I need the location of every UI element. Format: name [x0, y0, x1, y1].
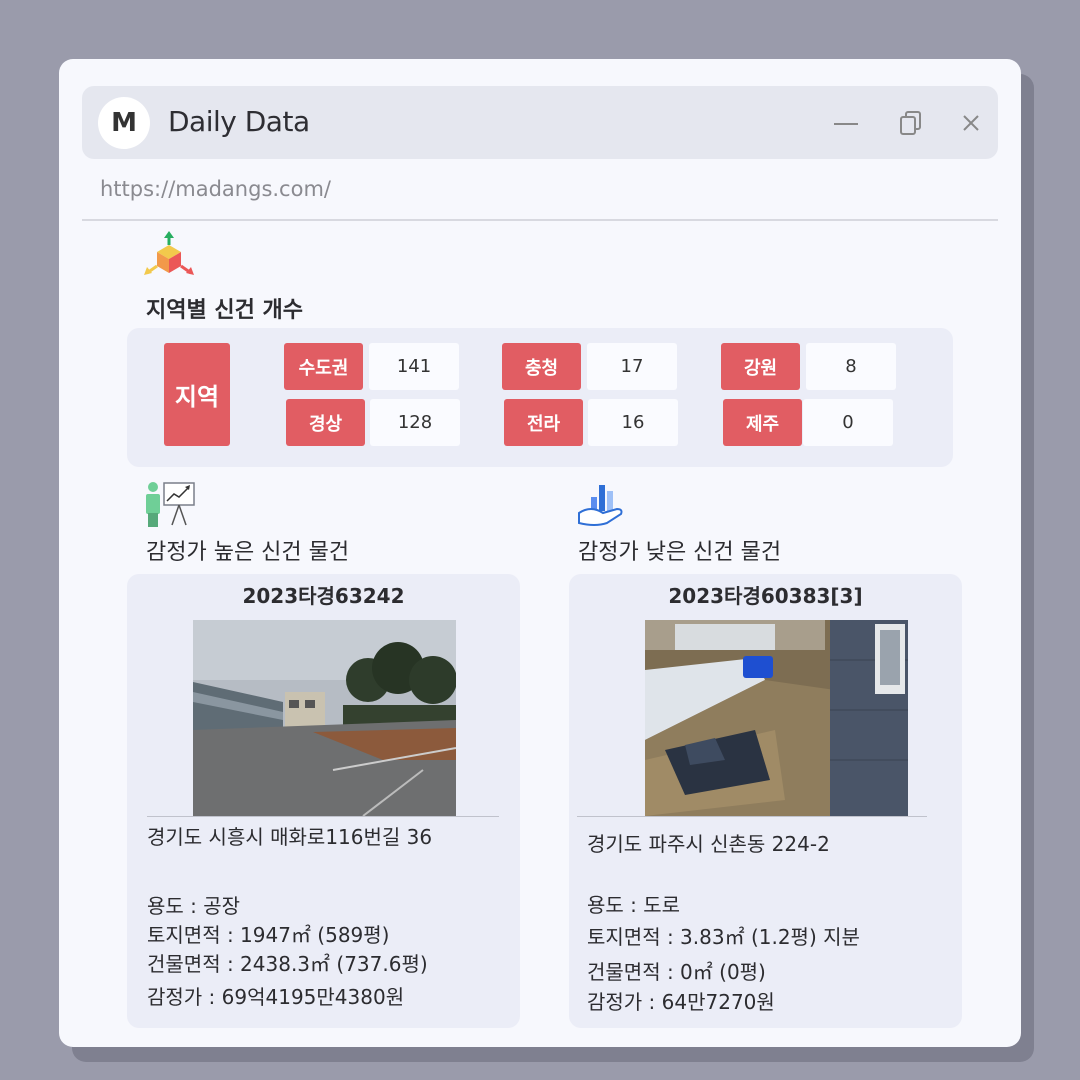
region-panel: 지역 수도권 141 충청 17 강원 8 경상 128 전라 16 제주 0 — [127, 328, 953, 467]
minimize-button[interactable] — [830, 106, 864, 140]
title-bar: M Daily Data — [82, 86, 998, 159]
presentation-chart-icon — [146, 482, 195, 527]
property-usage: 용도 : 공장 — [147, 894, 241, 918]
land-area: 토지면적 : 3.83㎡ (1.2평) 지분 — [587, 925, 860, 949]
copy-icon — [900, 111, 921, 135]
high-property-card[interactable]: 2023타경63242 경기도 시흥시 매화로116번길 36 용도: 공장 … — [127, 574, 520, 1028]
property-usage: 용도 : 도로 — [587, 893, 681, 917]
appraisal-price: 감정가 : 69억4195만4380원 — [147, 985, 405, 1009]
region-tag: 제주 — [723, 399, 802, 446]
case-number: 2023타경60383[3] — [668, 584, 863, 608]
card-divider — [147, 816, 499, 817]
high-section-title: 감정가 높은 신건 물건 — [146, 540, 350, 565]
property-address: 경기도 파주시 신촌동 224-2 — [587, 832, 830, 856]
region-tag: 경상 — [286, 399, 365, 446]
region-count: 0 — [803, 399, 893, 446]
region-section-title: 지역별 신건 개수 — [146, 298, 303, 323]
appraisal-price: 감정가 : 64만7270원 — [587, 990, 775, 1014]
region-count: 141 — [369, 343, 459, 390]
app-title: Daily Data — [168, 105, 310, 138]
building-area: 건물면적 : 2438.3㎡ (737.6평) — [147, 952, 428, 976]
avatar: M — [98, 97, 150, 149]
low-section-title: 감정가 낮은 신건 물건 — [578, 540, 782, 565]
url-text[interactable]: https://madangs.com/ — [100, 177, 331, 201]
low-property-card[interactable]: 2023타경60383[3] 경기도 파주시 신촌동 224-2 용도: 도로… — [569, 574, 962, 1028]
copy-button[interactable] — [894, 106, 928, 140]
close-icon — [963, 115, 979, 131]
region-count: 16 — [588, 399, 678, 446]
region-tag: 충청 — [502, 343, 581, 390]
region-count: 128 — [370, 399, 460, 446]
close-button[interactable] — [954, 106, 988, 140]
region-tag: 전라 — [504, 399, 583, 446]
region-tag: 수도권 — [284, 343, 363, 390]
region-label: 지역 — [164, 343, 230, 446]
property-photo — [193, 620, 456, 816]
land-area: 토지면적 : 1947㎡ (589평) — [147, 923, 390, 947]
region-tag: 강원 — [721, 343, 800, 390]
region-count: 17 — [587, 343, 677, 390]
cube-arrows-icon — [144, 231, 194, 275]
card-divider — [577, 816, 927, 817]
building-area: 건물면적 : 0㎡ (0평) — [587, 960, 766, 984]
case-number: 2023타경63242 — [242, 584, 405, 608]
region-count: 8 — [806, 343, 896, 390]
property-address: 경기도 시흥시 매화로116번길 36 — [147, 825, 433, 849]
hand-chart-icon — [578, 485, 623, 526]
app-window: M Daily Data https://madangs.com/ 지역별 신건 — [59, 59, 1021, 1047]
property-photo — [645, 620, 908, 816]
url-divider — [82, 219, 998, 221]
